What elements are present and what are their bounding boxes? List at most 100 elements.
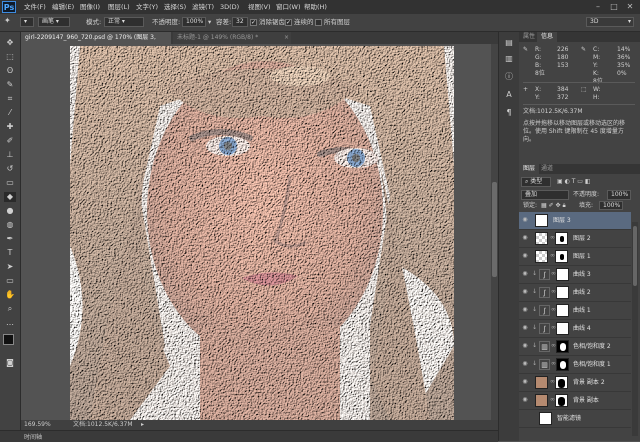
path-select-tool-icon[interactable]: ➤	[4, 262, 16, 272]
opacity-dropdown-icon[interactable]: ▾	[208, 17, 211, 27]
lock-icons[interactable]: ▦ ✐ ✥ 🔒︎	[541, 202, 566, 210]
pen-tool-icon[interactable]: ✒	[4, 234, 16, 244]
hand-tool-icon[interactable]: ✋	[4, 290, 16, 300]
status-arrow-icon[interactable]: ▸	[141, 420, 144, 430]
history-brush-tool-icon[interactable]: ↺	[4, 164, 16, 174]
visibility-eye-icon[interactable]: ◉	[521, 378, 529, 386]
layer-row[interactable]: ◉ ↓ ∫ ∞ 曲线 4	[519, 320, 631, 338]
menu-3d[interactable]: 3D(D)	[220, 2, 239, 12]
menu-type[interactable]: 文字(Y)	[136, 2, 158, 12]
visibility-eye-icon[interactable]: ◉	[521, 252, 529, 260]
menu-view[interactable]: 视图(V)	[248, 2, 271, 12]
menu-image[interactable]: 图像(I)	[80, 2, 100, 12]
fill-field[interactable]: 100%	[599, 201, 623, 210]
eraser-tool-icon[interactable]: ▭	[4, 178, 16, 188]
layers-list: ◉ 图层 3 ◉ ∞ 图层 2 ◉ ∞ 图层 1 ◉ ↓ ∫ ∞ 曲线 3 ◉ ↓ ∫ ∞ 曲线 2 ◉ ↓ ∫ ∞ 曲线 …	[519, 212, 640, 436]
layer-row[interactable]: ◉ ↓ ▥ ∞ 色相/饱和度 1	[519, 356, 631, 374]
tab-layers[interactable]: 图层	[519, 164, 540, 174]
layer-row[interactable]: ◉ ∞ 背景 副本 2	[519, 374, 631, 392]
edit-toolbar-icon[interactable]: …	[4, 318, 16, 328]
menu-edit[interactable]: 编辑(E)	[52, 2, 74, 12]
contiguous-checkbox[interactable]: ✓	[285, 19, 292, 26]
layer-row[interactable]: ◉ ↓ ∫ ∞ 曲线 2	[519, 284, 631, 302]
anti-alias-checkbox[interactable]: ✓	[250, 19, 257, 26]
close-icon[interactable]: ✕	[622, 1, 638, 12]
layer-row[interactable]: ◉ ∞ 图层 1	[519, 248, 631, 266]
tab-properties[interactable]: 属性	[519, 32, 539, 42]
layer-row[interactable]: ◉ ↓ ▥ ∞ 色相/饱和度 2	[519, 338, 631, 356]
history-panel-icon[interactable]: ▤	[503, 38, 515, 48]
menu-window[interactable]: 窗口(W)	[276, 2, 301, 12]
visibility-eye-icon[interactable]: ◉	[521, 342, 529, 350]
dodge-tool-icon[interactable]: ◍	[4, 220, 16, 230]
menu-filter[interactable]: 滤镜(T)	[192, 2, 214, 12]
layer-row[interactable]: ◉ 图层 3	[519, 212, 631, 230]
tolerance-field[interactable]: 32	[232, 17, 248, 27]
canvas-image[interactable]	[70, 46, 454, 420]
document-tab[interactable]: 未标题-1 @ 149% (RGB/8) * ×	[173, 32, 291, 44]
opacity-value: 100%	[186, 18, 204, 25]
layers-scrollbar-thumb[interactable]	[633, 226, 637, 286]
layer-row[interactable]: 智能滤镜	[519, 410, 631, 428]
quick-select-tool-icon[interactable]: ✎	[4, 80, 16, 90]
paint-bucket-tool-icon[interactable]: ◆	[4, 192, 16, 202]
layer-row[interactable]: ◉ ↓ ∫ ∞ 曲线 1	[519, 302, 631, 320]
visibility-eye-icon[interactable]: ◉	[521, 306, 529, 314]
menu-select[interactable]: 选择(S)	[164, 2, 186, 12]
visibility-eye-icon[interactable]	[521, 414, 529, 422]
blur-tool-icon[interactable]: ●	[4, 206, 16, 216]
info-panel-icon[interactable]: ⓘ	[503, 72, 515, 82]
brush-preset-select[interactable]: 画笔 ▾	[38, 17, 70, 27]
tab-close-icon[interactable]: ×	[284, 32, 289, 44]
document-tab-label: 未标题-1 @ 149% (RGB/8) *	[177, 34, 259, 41]
tab-info[interactable]: 信息	[537, 32, 558, 42]
move-tool-icon[interactable]: ✥	[4, 38, 16, 48]
menu-file[interactable]: 文件(F)	[24, 2, 46, 12]
brush-tool-icon[interactable]: ✐	[4, 136, 16, 146]
zoom-level[interactable]: 169.59%	[24, 420, 51, 430]
foreground-color-swatch[interactable]	[3, 334, 14, 345]
blend-mode-select[interactable]: 叠加	[521, 190, 569, 200]
crop-tool-icon[interactable]: ⌗	[4, 94, 16, 104]
layer-opacity-field[interactable]: 100%	[607, 190, 631, 200]
all-layers-checkbox[interactable]	[315, 19, 322, 26]
eyedropper-tool-icon[interactable]: ⁄	[4, 108, 16, 118]
menu-layer[interactable]: 图层(L)	[108, 2, 130, 12]
filter-icons[interactable]: ▣ ◐ T ▭ ◧	[557, 178, 591, 186]
clone-stamp-tool-icon[interactable]: ⊥	[4, 150, 16, 160]
document-tab-active[interactable]: girl-2209147_960_720.psd @ 170% (图层 3, R…	[21, 32, 171, 53]
paragraph-panel-icon[interactable]: ¶	[503, 108, 515, 118]
minimize-icon[interactable]: –	[590, 1, 606, 12]
visibility-eye-icon[interactable]: ◉	[521, 324, 529, 332]
properties-panel-icon[interactable]: ▥	[503, 54, 515, 64]
layers-scrollbar[interactable]	[632, 222, 638, 436]
zoom-tool-icon[interactable]: ⌕	[4, 304, 16, 314]
visibility-eye-icon[interactable]: ◉	[521, 288, 529, 296]
opacity-field[interactable]: 100%	[182, 17, 206, 27]
healing-tool-icon[interactable]: ✚	[4, 122, 16, 132]
quick-mask-icon[interactable]: ◙	[4, 358, 16, 368]
lasso-tool-icon[interactable]: ʘ	[4, 66, 16, 76]
tab-channels[interactable]: 通道	[537, 164, 557, 174]
layer-row[interactable]: ◉ ↓ ∫ ∞ 曲线 3	[519, 266, 631, 284]
maximize-icon[interactable]: □	[606, 1, 622, 12]
shape-tool-icon[interactable]: ▭	[4, 276, 16, 286]
layer-row[interactable]: ◉ ∞ 图层 2	[519, 230, 631, 248]
timeline-label[interactable]: 时间轴	[24, 432, 42, 441]
type-tool-icon[interactable]: T	[4, 248, 16, 258]
visibility-eye-icon[interactable]: ◉	[521, 216, 529, 224]
layer-kind-filter[interactable]: ⌕ 类型	[521, 177, 551, 187]
tool-preset-picker[interactable]: ▾	[20, 17, 34, 27]
visibility-eye-icon[interactable]: ◉	[521, 396, 529, 404]
visibility-eye-icon[interactable]: ◉	[521, 270, 529, 278]
visibility-eye-icon[interactable]: ◉	[521, 234, 529, 242]
mode-select[interactable]: 正常 ▾	[104, 17, 144, 27]
visibility-eye-icon[interactable]: ◉	[521, 360, 529, 368]
scrollbar-thumb[interactable]	[492, 182, 497, 277]
workspace-select[interactable]: 3D ▾	[586, 17, 634, 27]
menu-help[interactable]: 帮助(H)	[304, 2, 327, 12]
layer-row[interactable]: ◉ ∞ 背景 副本	[519, 392, 631, 410]
character-panel-icon[interactable]: A	[503, 90, 515, 100]
marquee-tool-icon[interactable]: ⬚	[4, 52, 16, 62]
layer-mask-thumbnail	[555, 232, 568, 245]
